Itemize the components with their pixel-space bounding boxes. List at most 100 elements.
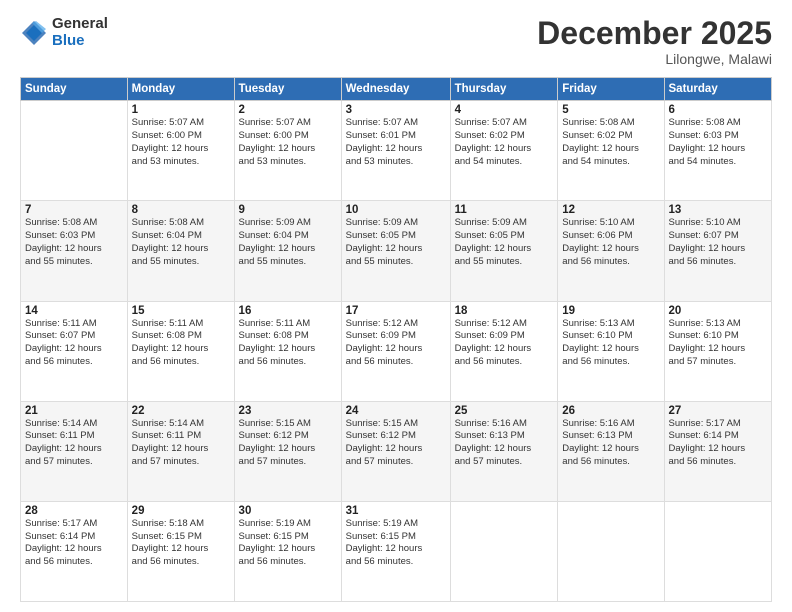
calendar-week-row: 14Sunrise: 5:11 AM Sunset: 6:07 PM Dayli… [21,301,772,401]
day-number: 23 [239,405,337,417]
day-number: 28 [25,505,123,517]
day-info: Sunrise: 5:13 AM Sunset: 6:10 PM Dayligh… [562,318,659,369]
day-info: Sunrise: 5:09 AM Sunset: 6:04 PM Dayligh… [239,217,337,268]
month-title: December 2025 [537,16,772,51]
day-info: Sunrise: 5:18 AM Sunset: 6:15 PM Dayligh… [132,518,230,569]
day-info: Sunrise: 5:14 AM Sunset: 6:11 PM Dayligh… [25,418,123,469]
table-row: 8Sunrise: 5:08 AM Sunset: 6:04 PM Daylig… [127,201,234,301]
day-number: 6 [669,104,768,116]
day-info: Sunrise: 5:08 AM Sunset: 6:03 PM Dayligh… [669,117,768,168]
table-row: 29Sunrise: 5:18 AM Sunset: 6:15 PM Dayli… [127,501,234,601]
calendar-page: General Blue December 2025 Lilongwe, Mal… [0,0,792,612]
day-number: 9 [239,204,337,216]
day-info: Sunrise: 5:19 AM Sunset: 6:15 PM Dayligh… [239,518,337,569]
day-info: Sunrise: 5:13 AM Sunset: 6:10 PM Dayligh… [669,318,768,369]
day-number: 29 [132,505,230,517]
calendar-week-row: 21Sunrise: 5:14 AM Sunset: 6:11 PM Dayli… [21,401,772,501]
day-number: 3 [346,104,446,116]
day-info: Sunrise: 5:17 AM Sunset: 6:14 PM Dayligh… [669,418,768,469]
table-row: 6Sunrise: 5:08 AM Sunset: 6:03 PM Daylig… [664,101,772,201]
table-row: 20Sunrise: 5:13 AM Sunset: 6:10 PM Dayli… [664,301,772,401]
day-info: Sunrise: 5:08 AM Sunset: 6:02 PM Dayligh… [562,117,659,168]
day-number: 14 [25,305,123,317]
day-info: Sunrise: 5:07 AM Sunset: 6:00 PM Dayligh… [132,117,230,168]
table-row [450,501,558,601]
table-row: 22Sunrise: 5:14 AM Sunset: 6:11 PM Dayli… [127,401,234,501]
logo-icon [20,19,48,47]
logo-blue: Blue [52,33,108,50]
header-saturday: Saturday [664,78,772,101]
day-number: 20 [669,305,768,317]
day-info: Sunrise: 5:16 AM Sunset: 6:13 PM Dayligh… [562,418,659,469]
table-row: 5Sunrise: 5:08 AM Sunset: 6:02 PM Daylig… [558,101,664,201]
day-info: Sunrise: 5:16 AM Sunset: 6:13 PM Dayligh… [455,418,554,469]
table-row [664,501,772,601]
day-info: Sunrise: 5:07 AM Sunset: 6:00 PM Dayligh… [239,117,337,168]
table-row: 16Sunrise: 5:11 AM Sunset: 6:08 PM Dayli… [234,301,341,401]
day-number: 7 [25,204,123,216]
table-row: 9Sunrise: 5:09 AM Sunset: 6:04 PM Daylig… [234,201,341,301]
table-row: 7Sunrise: 5:08 AM Sunset: 6:03 PM Daylig… [21,201,128,301]
table-row: 25Sunrise: 5:16 AM Sunset: 6:13 PM Dayli… [450,401,558,501]
day-info: Sunrise: 5:11 AM Sunset: 6:07 PM Dayligh… [25,318,123,369]
day-number: 4 [455,104,554,116]
day-info: Sunrise: 5:08 AM Sunset: 6:03 PM Dayligh… [25,217,123,268]
day-number: 15 [132,305,230,317]
calendar-week-row: 28Sunrise: 5:17 AM Sunset: 6:14 PM Dayli… [21,501,772,601]
day-number: 22 [132,405,230,417]
table-row: 12Sunrise: 5:10 AM Sunset: 6:06 PM Dayli… [558,201,664,301]
table-row: 28Sunrise: 5:17 AM Sunset: 6:14 PM Dayli… [21,501,128,601]
day-info: Sunrise: 5:07 AM Sunset: 6:02 PM Dayligh… [455,117,554,168]
table-row: 17Sunrise: 5:12 AM Sunset: 6:09 PM Dayli… [341,301,450,401]
table-row [21,101,128,201]
day-number: 8 [132,204,230,216]
table-row: 4Sunrise: 5:07 AM Sunset: 6:02 PM Daylig… [450,101,558,201]
table-row: 23Sunrise: 5:15 AM Sunset: 6:12 PM Dayli… [234,401,341,501]
header-friday: Friday [558,78,664,101]
header-wednesday: Wednesday [341,78,450,101]
day-info: Sunrise: 5:11 AM Sunset: 6:08 PM Dayligh… [132,318,230,369]
table-row: 10Sunrise: 5:09 AM Sunset: 6:05 PM Dayli… [341,201,450,301]
day-number: 26 [562,405,659,417]
table-row: 11Sunrise: 5:09 AM Sunset: 6:05 PM Dayli… [450,201,558,301]
header-thursday: Thursday [450,78,558,101]
table-row: 2Sunrise: 5:07 AM Sunset: 6:00 PM Daylig… [234,101,341,201]
table-row: 27Sunrise: 5:17 AM Sunset: 6:14 PM Dayli… [664,401,772,501]
day-number: 18 [455,305,554,317]
calendar-table: Sunday Monday Tuesday Wednesday Thursday… [20,77,772,602]
table-row: 31Sunrise: 5:19 AM Sunset: 6:15 PM Dayli… [341,501,450,601]
day-number: 21 [25,405,123,417]
day-info: Sunrise: 5:12 AM Sunset: 6:09 PM Dayligh… [455,318,554,369]
day-info: Sunrise: 5:07 AM Sunset: 6:01 PM Dayligh… [346,117,446,168]
day-number: 19 [562,305,659,317]
day-info: Sunrise: 5:10 AM Sunset: 6:07 PM Dayligh… [669,217,768,268]
logo: General Blue [20,16,108,49]
day-info: Sunrise: 5:08 AM Sunset: 6:04 PM Dayligh… [132,217,230,268]
day-number: 25 [455,405,554,417]
day-number: 31 [346,505,446,517]
day-number: 5 [562,104,659,116]
table-row: 21Sunrise: 5:14 AM Sunset: 6:11 PM Dayli… [21,401,128,501]
day-info: Sunrise: 5:09 AM Sunset: 6:05 PM Dayligh… [455,217,554,268]
header-monday: Monday [127,78,234,101]
page-header: General Blue December 2025 Lilongwe, Mal… [20,16,772,67]
day-number: 16 [239,305,337,317]
table-row: 3Sunrise: 5:07 AM Sunset: 6:01 PM Daylig… [341,101,450,201]
weekday-header-row: Sunday Monday Tuesday Wednesday Thursday… [21,78,772,101]
header-tuesday: Tuesday [234,78,341,101]
day-number: 24 [346,405,446,417]
day-number: 30 [239,505,337,517]
day-number: 17 [346,305,446,317]
table-row: 14Sunrise: 5:11 AM Sunset: 6:07 PM Dayli… [21,301,128,401]
table-row: 30Sunrise: 5:19 AM Sunset: 6:15 PM Dayli… [234,501,341,601]
table-row: 24Sunrise: 5:15 AM Sunset: 6:12 PM Dayli… [341,401,450,501]
table-row: 1Sunrise: 5:07 AM Sunset: 6:00 PM Daylig… [127,101,234,201]
table-row: 13Sunrise: 5:10 AM Sunset: 6:07 PM Dayli… [664,201,772,301]
day-info: Sunrise: 5:17 AM Sunset: 6:14 PM Dayligh… [25,518,123,569]
title-area: December 2025 Lilongwe, Malawi [537,16,772,67]
location-subtitle: Lilongwe, Malawi [537,51,772,67]
table-row [558,501,664,601]
day-number: 12 [562,204,659,216]
day-info: Sunrise: 5:14 AM Sunset: 6:11 PM Dayligh… [132,418,230,469]
header-sunday: Sunday [21,78,128,101]
